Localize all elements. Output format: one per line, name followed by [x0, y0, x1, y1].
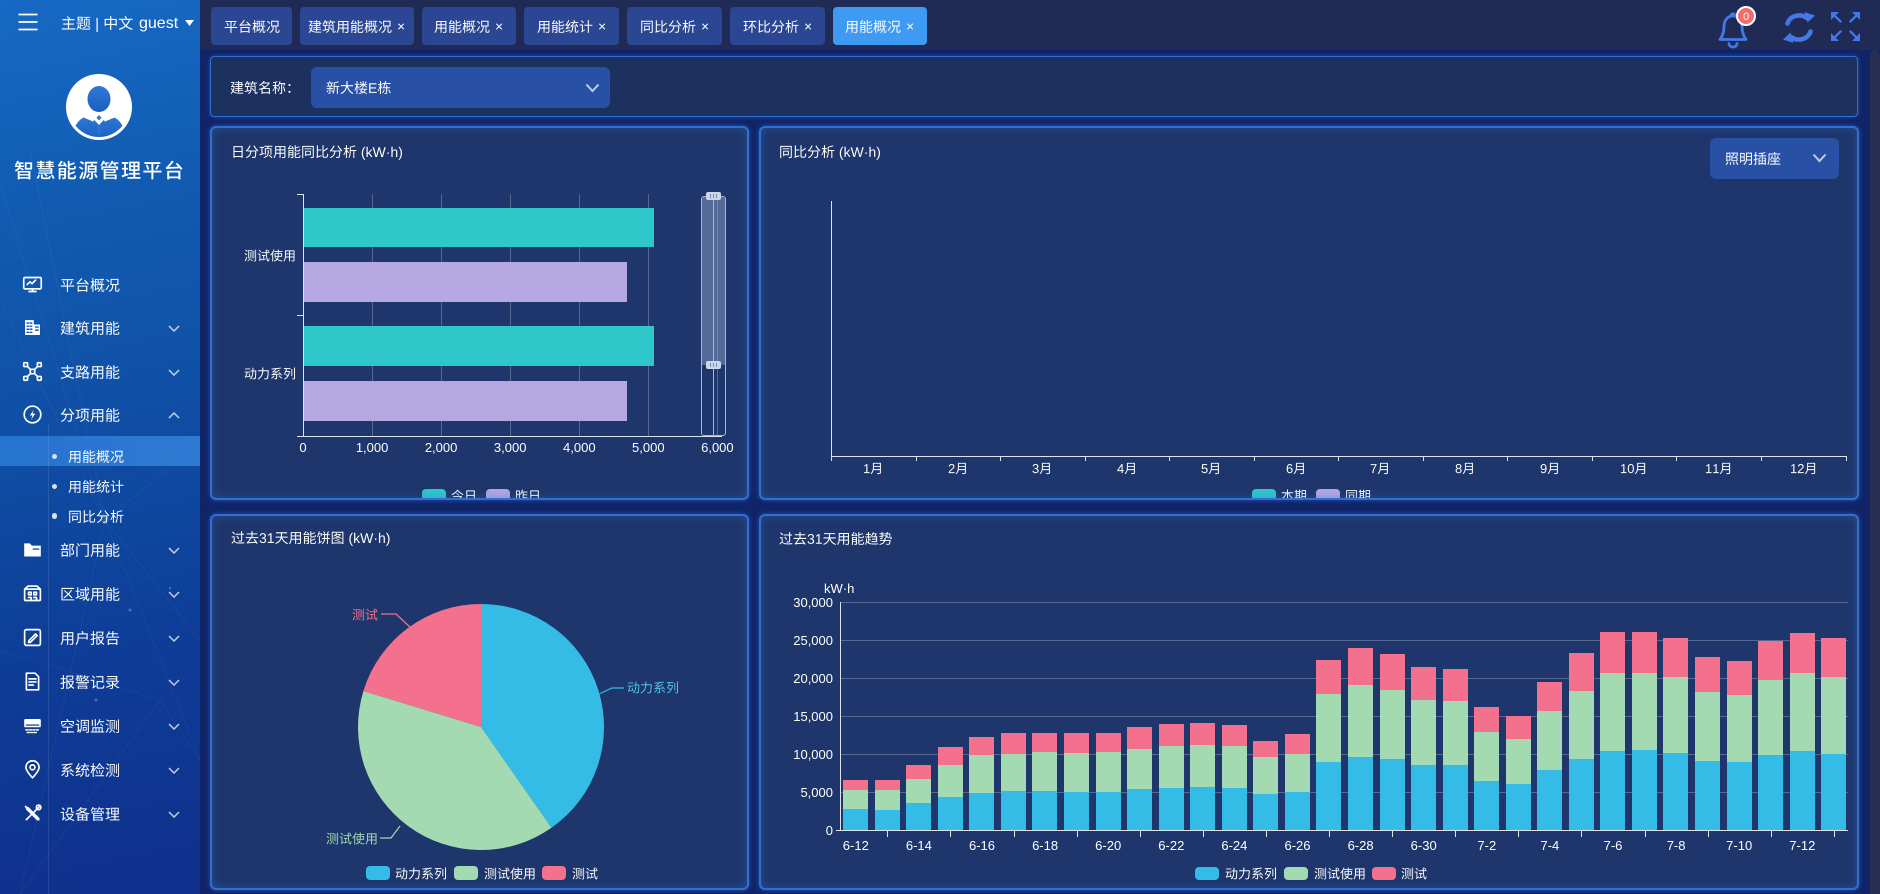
svg-text:0: 0 — [1743, 11, 1749, 23]
